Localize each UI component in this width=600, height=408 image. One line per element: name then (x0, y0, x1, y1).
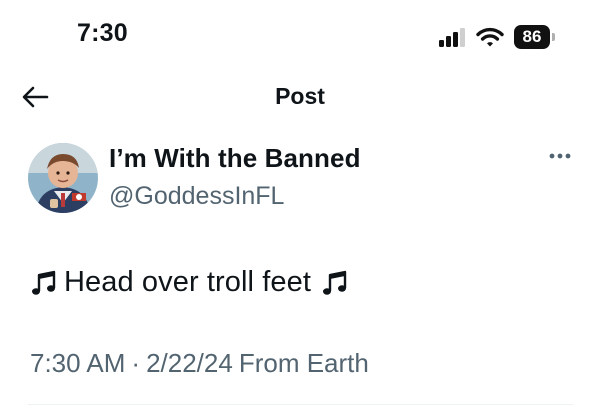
post-text: Head over troll feet (30, 266, 351, 299)
author-handle[interactable]: @GoddessInFL (109, 182, 284, 211)
nav-bar: Post (0, 70, 600, 126)
meta-separator: · (131, 348, 141, 378)
status-icons: 86 (438, 22, 555, 52)
post-time: 7:30 AM (30, 348, 126, 378)
post-date: 2/22/24 (146, 348, 233, 378)
page-title: Post (275, 83, 325, 109)
avatar-image (28, 143, 98, 213)
battery-icon: 86 (514, 25, 555, 49)
divider (28, 404, 574, 405)
more-options-icon (549, 153, 571, 159)
status-time: 7:30 (77, 19, 128, 47)
avatar[interactable] (28, 143, 98, 213)
signal-icon (439, 28, 465, 47)
post-meta: 7:30 AM · 2/22/24 From Earth (30, 348, 369, 379)
post-source: From Earth (238, 348, 369, 378)
author-display-name[interactable]: I’m With the Banned (109, 143, 361, 174)
battery-cap (552, 33, 555, 41)
post-text-content: Head over troll feet (64, 266, 312, 298)
post-author-row: I’m With the Banned @GoddessInFL (0, 134, 600, 224)
music-note-icon (32, 270, 56, 295)
status-bar: 7:30 86 (0, 0, 600, 70)
music-note-icon (323, 270, 347, 295)
more-options-button[interactable] (543, 143, 577, 169)
battery-level: 86 (522, 27, 542, 46)
wifi-icon (476, 27, 504, 47)
